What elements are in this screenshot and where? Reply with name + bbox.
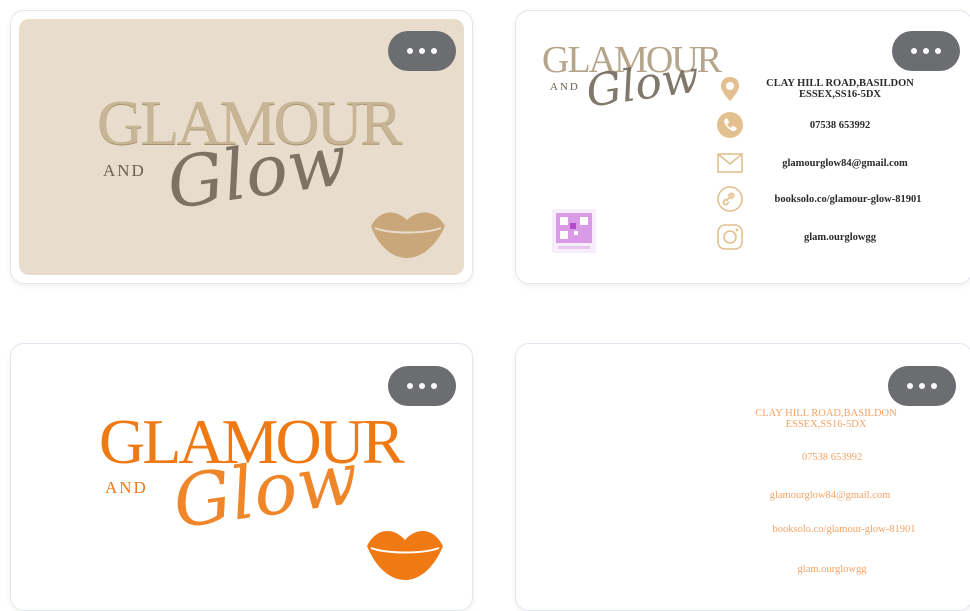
glamour-glow-logo-small: GLAMOUR AND Glow (542, 41, 722, 151)
lips-icon (367, 530, 443, 580)
contact-website: booksolo.co/glamour-glow-81901 (772, 524, 916, 535)
design-card-back-peach[interactable]: CLAY HILL ROAD,BASILDON ESSEX,SS16-5DX 0… (515, 343, 970, 611)
more-icon-dot (931, 383, 937, 389)
contact-phone: 07538 653992 (809, 119, 871, 131)
more-icon-dot (419, 383, 425, 389)
contact-email: glamourglow84@gmail.com (769, 490, 891, 501)
mail-icon (716, 149, 744, 177)
more-icon-dot (431, 48, 437, 54)
more-options-button[interactable] (888, 366, 956, 406)
contact-instagram: glam.ourglowgg (803, 231, 877, 243)
more-icon-dot (907, 383, 913, 389)
more-icon-dot (935, 48, 941, 54)
logo-and-text: AND (550, 81, 580, 93)
more-options-button[interactable] (388, 366, 456, 406)
instagram-icon (716, 223, 744, 251)
contact-instagram-row: glam.ourglowgg (716, 223, 930, 251)
lips-icon (371, 212, 445, 258)
more-options-button[interactable] (388, 31, 456, 71)
contact-address: CLAY HILL ROAD,BASILDON ESSEX,SS16-5DX (766, 78, 914, 100)
contact-website: booksolo.co/glamour-glow-81901 (774, 193, 922, 205)
more-icon-dot (407, 383, 413, 389)
design-card-front-beige[interactable]: GLAMOUR AND Glow (10, 10, 473, 284)
glamour-glow-logo: GLAMOUR AND Glow (97, 91, 403, 231)
phone-icon (716, 111, 744, 139)
location-pin-icon (716, 75, 744, 103)
more-icon-dot (431, 383, 437, 389)
contact-phone: 07538 653992 (801, 452, 863, 463)
more-icon-dot (919, 383, 925, 389)
more-icon-dot (923, 48, 929, 54)
contact-address: CLAY HILL ROAD,BASILDON ESSEX,SS16-5DX (755, 408, 897, 430)
qr-code (552, 209, 596, 253)
logo-and-text: AND (103, 161, 146, 180)
contact-email-row: glamourglow84@gmail.com (716, 149, 940, 177)
contact-address-row: CLAY HILL ROAD,BASILDON ESSEX,SS16-5DX (716, 75, 930, 103)
more-icon-dot (911, 48, 917, 54)
contact-phone-row: 07538 653992 (716, 111, 930, 139)
more-icon-dot (407, 48, 413, 54)
contact-website-row: booksolo.co/glamour-glow-81901 (716, 185, 948, 213)
logo-and-text: AND (105, 478, 148, 497)
contact-email: glamourglow84@gmail.com (782, 157, 908, 169)
contact-instagram: glam.ourglowgg (797, 564, 867, 575)
more-options-button[interactable] (892, 31, 960, 71)
design-card-front-orange[interactable]: GLAMOUR AND Glow (10, 343, 473, 611)
design-card-back-white[interactable]: GLAMOUR AND Glow CLAY HILL ROAD,BASILDON… (515, 10, 970, 284)
more-icon-dot (419, 48, 425, 54)
link-icon (716, 185, 744, 213)
